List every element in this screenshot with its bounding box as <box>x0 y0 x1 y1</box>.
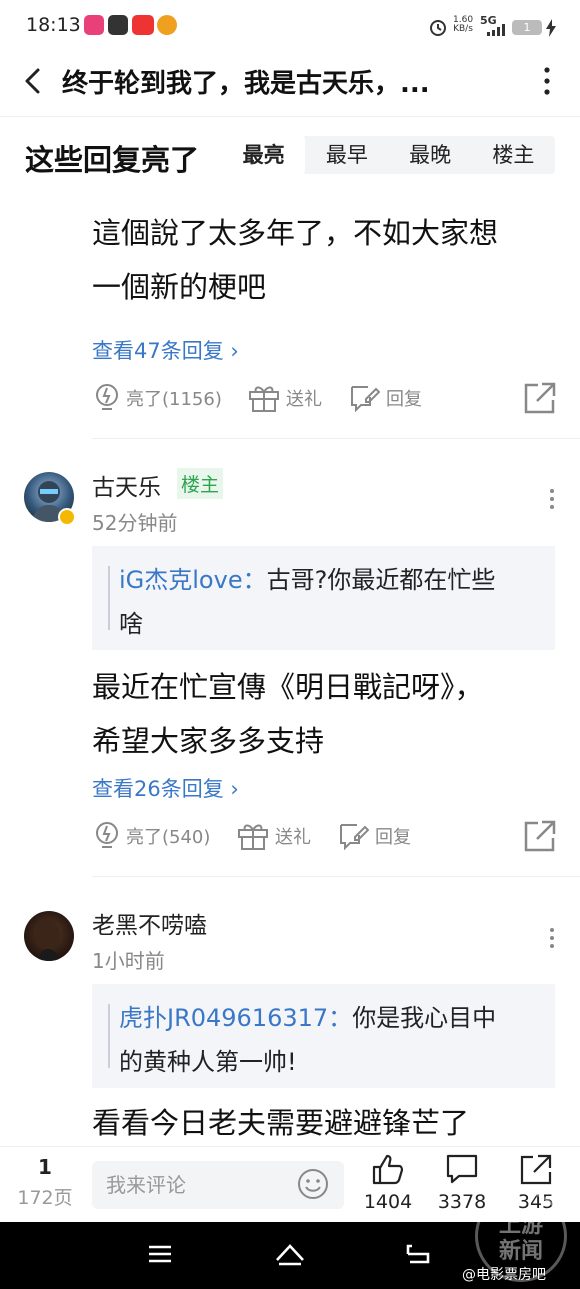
comment-divider <box>92 438 580 439</box>
share-icon[interactable] <box>522 818 558 854</box>
notification-app-icon <box>84 15 104 35</box>
username[interactable]: 古天乐 <box>92 468 161 502</box>
lightbulb-icon <box>96 384 118 410</box>
network-speed: 1.60 KB/s <box>453 15 474 34</box>
owner-badge: 楼主 <box>177 468 224 499</box>
quoted-username[interactable]: 虎扑JR049616317： <box>119 1004 352 1032</box>
lightbulb-icon <box>96 822 118 848</box>
back-arrow-icon[interactable] <box>18 64 48 98</box>
notification-news-icon <box>132 15 154 35</box>
page-total: 172页 <box>17 1187 73 1209</box>
comment-text: 看看今日老夫需要避避锋芒了 <box>92 1106 470 1140</box>
comment-input[interactable] <box>106 1171 286 1199</box>
comment-actions: 亮了(1156) 送礼 回复 <box>0 378 580 418</box>
avatar[interactable] <box>24 911 74 961</box>
like-count: 1404 <box>363 1191 413 1213</box>
like-button[interactable]: 亮了(1156) <box>94 378 222 418</box>
source-credit: @电影票房吧 <box>462 1267 546 1283</box>
reply-button[interactable]: 回复 <box>348 378 422 418</box>
tab-owner[interactable]: 楼主 <box>472 136 555 174</box>
hot-replies-header: 这些回复亮了 最亮 最早 最晚 楼主 <box>0 116 580 198</box>
verified-badge-icon <box>58 508 76 526</box>
username[interactable]: 老黑不唠嗑 <box>92 906 207 940</box>
view-replies-link[interactable]: 查看26条回复 › <box>92 773 239 803</box>
sort-tabs: 最亮 最早 最晚 楼主 <box>222 136 555 174</box>
notification-mail-icon <box>108 15 128 35</box>
comment-bubble-icon <box>446 1154 478 1184</box>
comment-more-icon[interactable] <box>544 487 560 511</box>
gift-icon <box>249 386 279 412</box>
reply-edit-icon <box>351 386 380 413</box>
notification-weibo-icon <box>157 15 177 35</box>
comment-text: 這個說了太多年了，不如大家想 一個新的梗吧 <box>92 216 499 304</box>
comments-button[interactable]: 3378 <box>432 1153 492 1213</box>
home-icon[interactable] <box>274 1240 306 1268</box>
charging-icon <box>546 19 556 37</box>
page-current: 1 <box>38 1155 52 1179</box>
reply-button[interactable]: 回复 <box>337 816 411 856</box>
like-post-button[interactable]: 1404 <box>358 1153 418 1213</box>
like-button[interactable]: 亮了(540) <box>94 816 210 856</box>
top-nav-bar: 终于轮到我了，我是古天乐，... <box>0 52 580 110</box>
comment-actions: 亮了(540) 送礼 回复 <box>0 816 580 856</box>
back-nav-icon[interactable] <box>404 1240 434 1268</box>
post-title: 终于轮到我了，我是古天乐，... <box>62 69 430 99</box>
share-icon <box>520 1154 552 1185</box>
quoted-username[interactable]: iG杰克love： <box>119 566 267 594</box>
status-bar: 18:13 1.60 KB/s 5G 1 <box>0 0 580 52</box>
reply-edit-icon <box>340 824 369 851</box>
share-icon[interactable] <box>522 380 558 416</box>
avatar-image <box>36 920 60 961</box>
more-vertical-icon[interactable] <box>534 64 560 98</box>
page-indicator[interactable]: 1 172页 <box>12 1155 78 1210</box>
thumbs-up-icon <box>372 1154 404 1185</box>
signal-icon <box>487 24 505 36</box>
menu-icon[interactable] <box>146 1240 174 1268</box>
quoted-reply[interactable]: 虎扑JR049616317：你是我心目中 的黄种人第一帅! <box>92 984 555 1088</box>
battery-icon: 1 <box>512 20 542 35</box>
tab-brightest[interactable]: 最亮 <box>222 136 306 174</box>
tab-latest[interactable]: 最晚 <box>389 136 472 174</box>
gift-button[interactable]: 送礼 <box>237 816 311 856</box>
emoji-icon[interactable] <box>296 1167 330 1201</box>
alarm-icon <box>430 20 446 36</box>
comment-text: 最近在忙宣傳《明日戰記呀》， 希望大家多多支持 <box>92 670 484 758</box>
gift-button[interactable]: 送礼 <box>248 378 322 418</box>
comment-time: 52分钟前 <box>92 511 178 535</box>
comment-more-icon[interactable] <box>544 926 560 950</box>
comment-divider <box>92 876 580 877</box>
tab-earliest[interactable]: 最早 <box>305 136 388 174</box>
gift-icon <box>238 824 268 850</box>
comment-time: 1小时前 <box>92 949 165 973</box>
section-heading: 这些回复亮了 <box>25 143 200 177</box>
view-replies-link[interactable]: 查看47条回复 › <box>92 335 239 365</box>
status-time: 18:13 <box>26 14 81 36</box>
quoted-reply[interactable]: iG杰克love：古哥?你最近都在忙些 啥 <box>92 546 555 650</box>
